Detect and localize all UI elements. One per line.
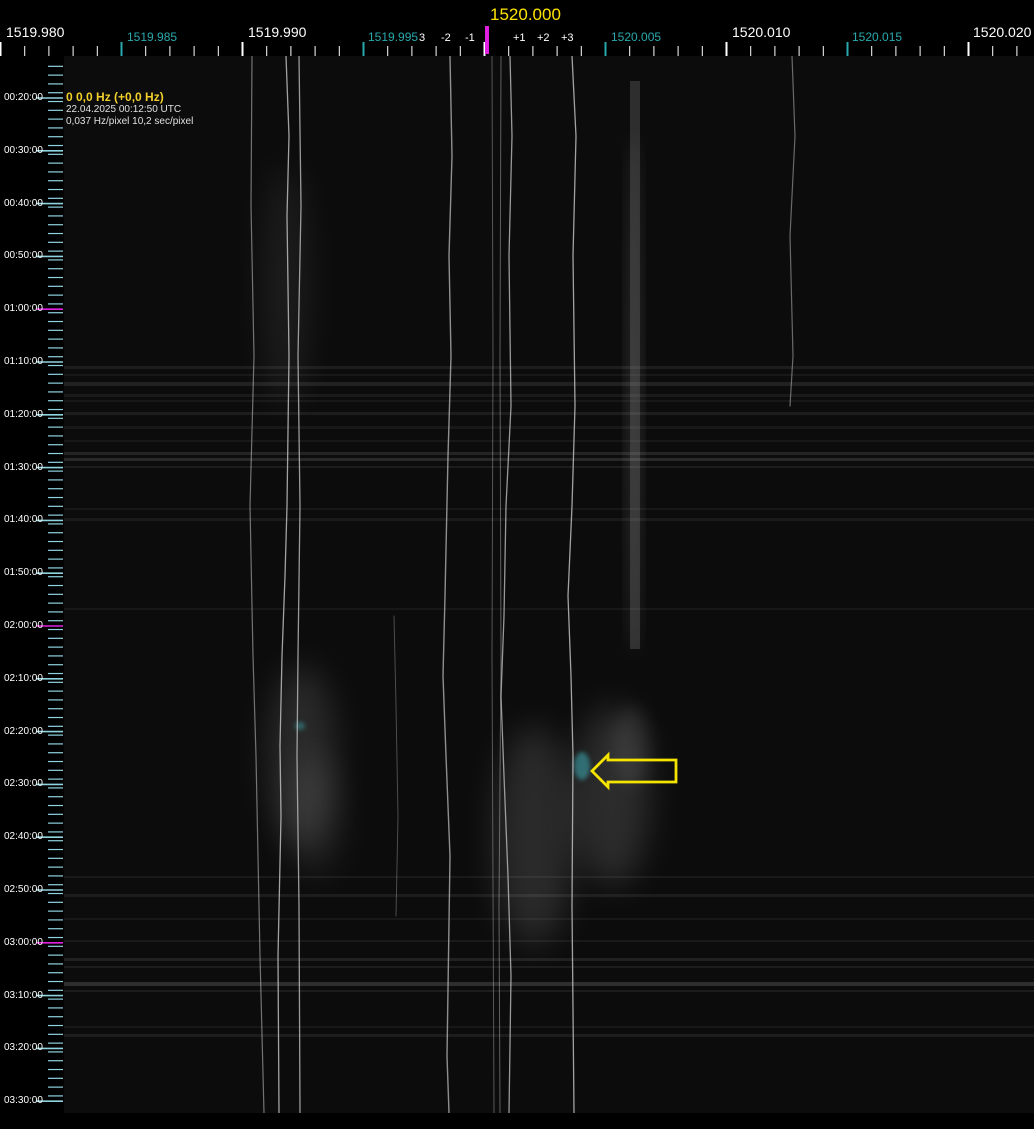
waterfall-spectrogram <box>64 56 1034 1113</box>
signal-traces <box>249 56 796 1113</box>
noise-band <box>64 990 1034 992</box>
offset-label-minus-2: -2 <box>441 32 451 44</box>
time-label: 03:10:00 <box>4 989 43 1001</box>
noise-band <box>64 466 1034 468</box>
doppler-spread-clouds <box>264 136 650 946</box>
noise-band <box>64 394 1034 397</box>
noise-band <box>64 366 1034 369</box>
time-label: 01:00:00 <box>4 303 43 315</box>
time-label: 02:20:00 <box>4 725 43 737</box>
freq-label-1520-005: 1520.005 <box>611 30 662 44</box>
time-label: 03:00:00 <box>4 936 43 948</box>
time-label: 01:50:00 <box>4 567 43 579</box>
offset-label-minus-3: 3 <box>419 32 426 44</box>
noise-band <box>64 458 1034 461</box>
offset-label-plus-3: +3 <box>561 32 574 44</box>
time-label: 03:30:00 <box>4 1095 43 1107</box>
offset-label-minus-1: -1 <box>465 32 475 44</box>
time-label: 01:20:00 <box>4 408 43 420</box>
noise-band <box>64 508 1034 510</box>
noise-band <box>64 608 1034 610</box>
wide-carrier-band <box>630 81 640 649</box>
freq-label-1519-980: 1519.980 <box>6 24 65 40</box>
time-label: 03:20:00 <box>4 1042 43 1054</box>
freq-label-1520-015: 1520.015 <box>852 30 903 44</box>
freq-label-1520-010: 1520.010 <box>732 24 791 40</box>
time-label: 02:10:00 <box>4 672 43 684</box>
noise-band <box>64 1034 1034 1037</box>
offset-label-plus-2: +2 <box>537 32 550 44</box>
time-axis[interactable]: 00:20:00 00:30:00 00:40:00 00:50:00 01:00:00… <box>0 56 64 1129</box>
frequency-readout: 0 0,0 Hz (+0,0 Hz) <box>66 90 164 104</box>
freq-label-1520-020: 1520.020 <box>973 24 1032 40</box>
noise-band <box>64 452 1034 455</box>
offset-label-plus-1: +1 <box>513 32 526 44</box>
noise-band <box>64 958 1034 961</box>
time-label: 00:30:00 <box>4 144 43 156</box>
time-label: 02:00:00 <box>4 620 43 631</box>
time-label: 00:50:00 <box>4 250 43 262</box>
time-label: 01:10:00 <box>4 356 43 367</box>
freq-label-1519-985: 1519.985 <box>127 30 178 44</box>
center-frequency-marker <box>485 26 489 54</box>
noise-band <box>64 440 1034 442</box>
center-frequency-label: 1520.000 <box>490 5 561 24</box>
timestamp-readout: 22.04.2025 00:12:50 UTC <box>66 104 182 115</box>
freq-label-1519-995: 1519.995 <box>368 30 419 44</box>
freq-label-1519-990: 1519.990 <box>248 24 307 40</box>
frequency-ruler[interactable]: 1519.980 1519.985 1519.990 1519.995 3 -2… <box>0 0 1034 56</box>
noise-band <box>64 518 1034 521</box>
noise-band <box>64 400 1034 402</box>
resolution-readout: 0,037 Hz/pixel 10,2 sec/pixel <box>66 116 194 127</box>
spectrum-lab-window: 1519.980 1519.985 1519.990 1519.995 3 -2… <box>0 0 1034 1129</box>
info-overlay: 0 0,0 Hz (+0,0 Hz) 22.04.2025 00:12:50 U… <box>66 90 193 128</box>
noise-band <box>64 982 1034 986</box>
time-label: 02:50:00 <box>4 884 43 895</box>
noise-band <box>64 1026 1034 1028</box>
noise-band <box>64 374 1034 376</box>
time-label: 02:30:00 <box>4 778 43 790</box>
noise-band <box>64 412 1034 415</box>
noise-band <box>64 426 1034 429</box>
noise-band <box>64 382 1034 386</box>
time-label: 00:20:00 <box>4 92 43 103</box>
noise-band <box>64 966 1034 968</box>
time-axis-ticks <box>36 65 63 1102</box>
waterfall-display[interactable] <box>64 56 1034 1113</box>
time-label: 01:30:00 <box>4 461 43 473</box>
noise-band <box>64 940 1034 942</box>
time-label: 02:40:00 <box>4 831 43 843</box>
time-label: 00:40:00 <box>4 197 43 209</box>
time-label: 01:40:00 <box>4 514 43 526</box>
